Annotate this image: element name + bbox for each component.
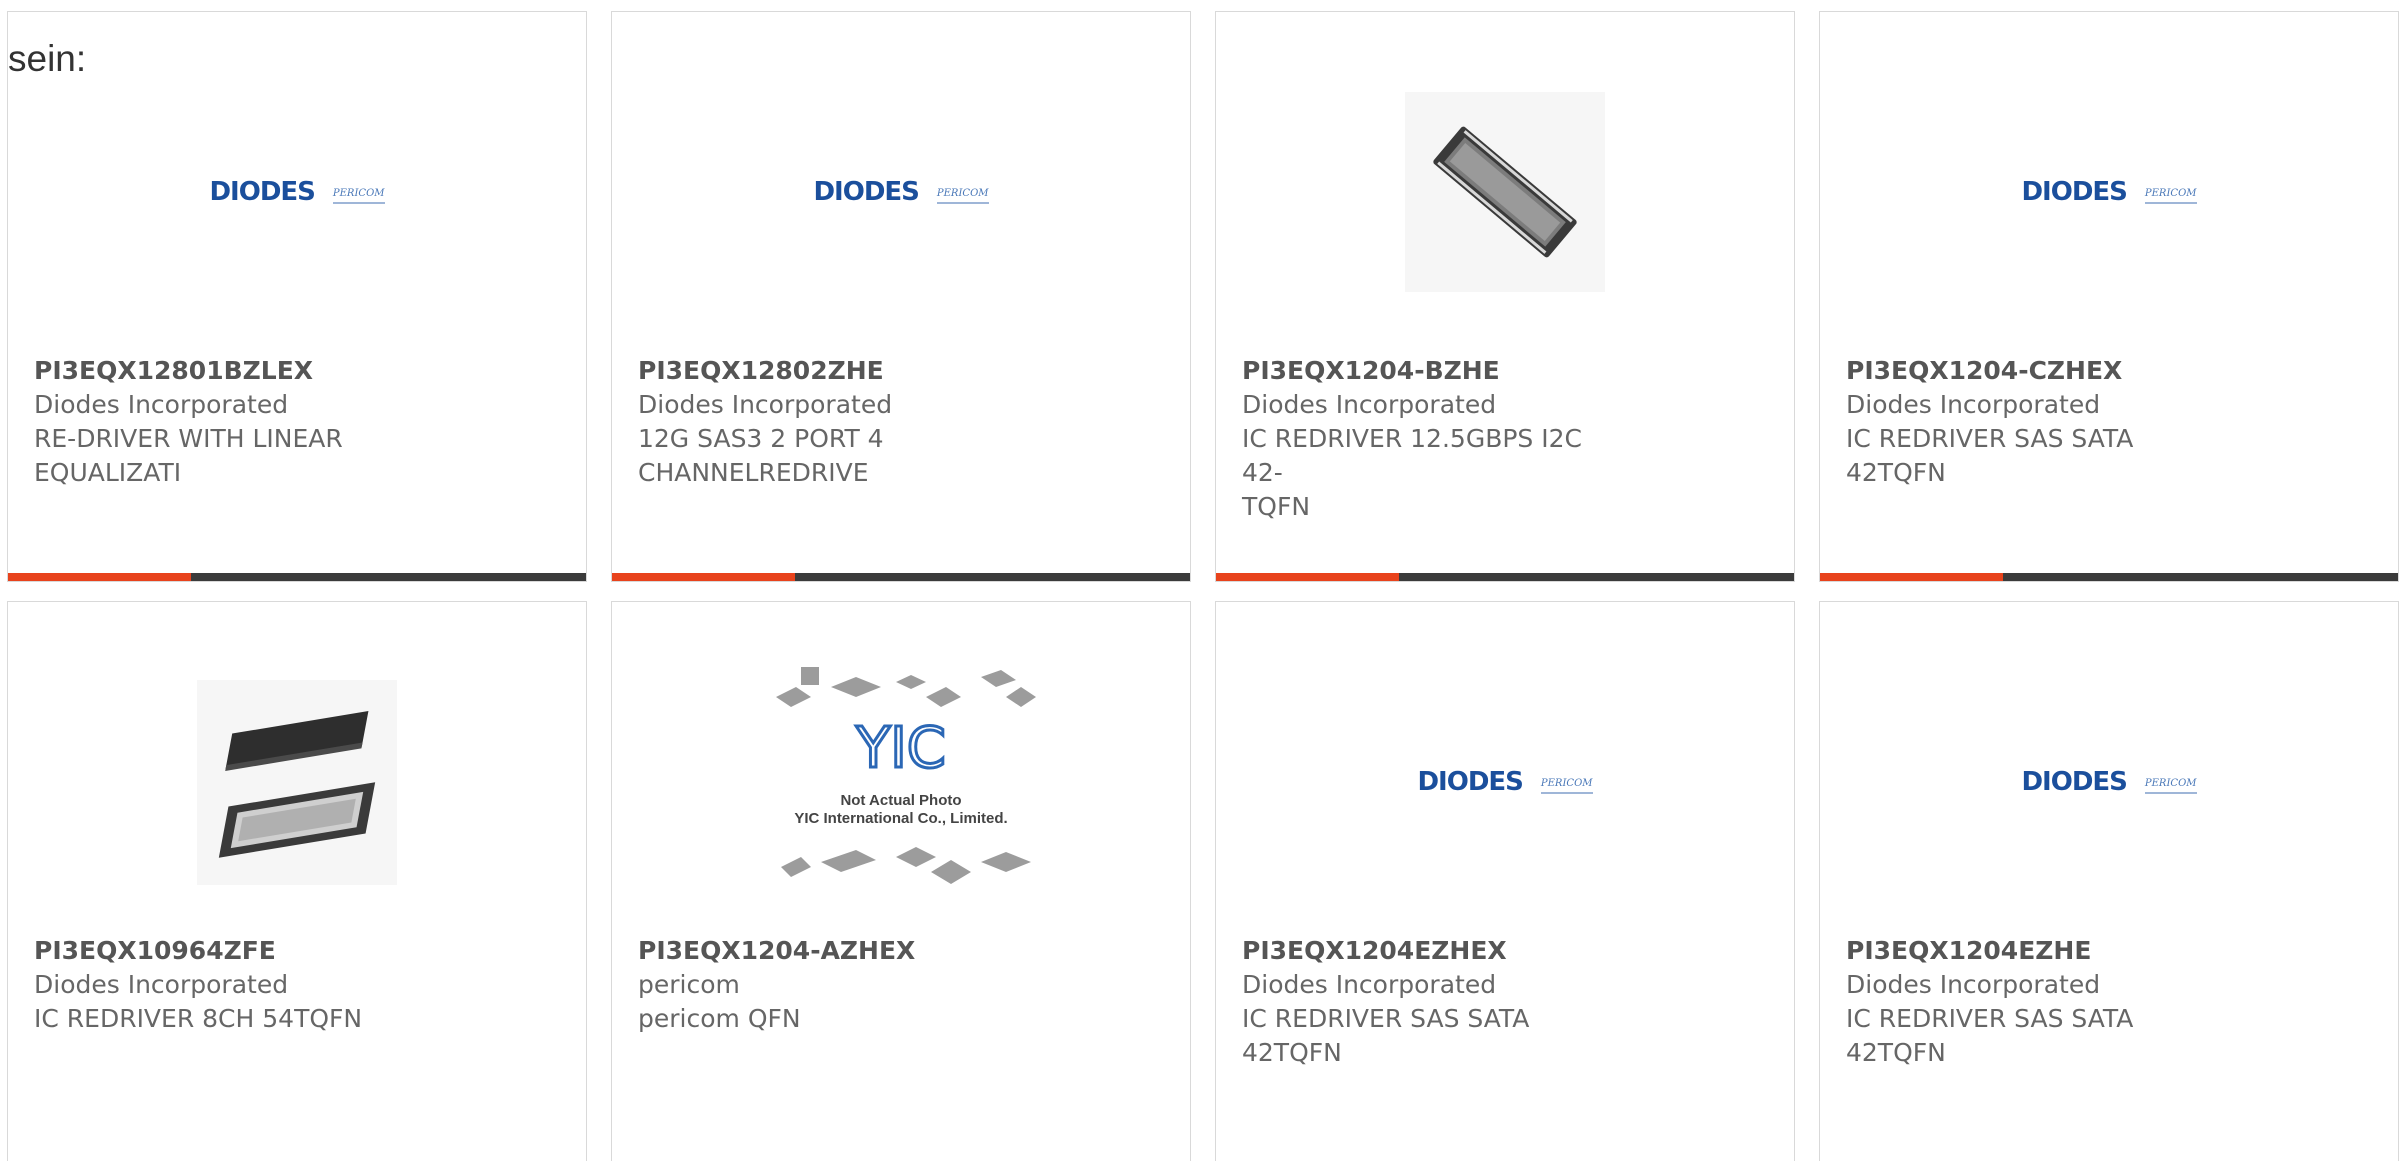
part-number-link[interactable]: PI3EQX1204EZHEX (1242, 934, 1602, 968)
product-info: PI3EQX1204EZHE Diodes Incorporated IC RE… (1846, 934, 2206, 1070)
manufacturer: Diodes Incorporated (1846, 390, 2101, 419)
product-info: PI3EQX10964ZFE Diodes Incorporated IC RE… (34, 934, 394, 1036)
description-line: pericom QFN (638, 1004, 801, 1033)
manufacturer: Diodes Incorporated (1242, 390, 1497, 419)
part-number-link[interactable]: PI3EQX1204-CZHEX (1846, 354, 2206, 388)
manufacturer: Diodes Incorporated (1242, 970, 1497, 999)
card-accent-bar (1820, 573, 2003, 581)
diodes-logo-text: DIODES (209, 177, 315, 207)
product-image[interactable] (1216, 72, 1794, 312)
placeholder-caption-line: Not Actual Photo (840, 792, 962, 809)
product-card[interactable]: PI3EQX10964ZFE Diodes Incorporated IC RE… (7, 601, 587, 1161)
manufacturer: Diodes Incorporated (638, 390, 893, 419)
diodes-logo-text: DIODES (2021, 767, 2127, 797)
product-info: PI3EQX1204EZHEX Diodes Incorporated IC R… (1242, 934, 1602, 1070)
description-line: TQFN (1242, 492, 1311, 521)
description-line: IC REDRIVER SAS SATA 42TQFN (1242, 1004, 1530, 1067)
card-accent-bar (1216, 573, 1399, 581)
card-bottom-bar (612, 573, 1190, 581)
product-info: PI3EQX12801BZLEX Diodes Incorporated RE-… (34, 354, 394, 490)
card-accent-bar (8, 573, 191, 581)
manufacturer: pericom (638, 970, 740, 999)
description-line: IC REDRIVER SAS SATA 42TQFN (1846, 424, 2134, 487)
product-card[interactable]: DIODES PERICOM PI3EQX1204EZHEX Diodes In… (1215, 601, 1795, 1161)
diodes-logo-text: DIODES (813, 177, 919, 207)
product-image[interactable]: DIODES PERICOM (1216, 662, 1794, 902)
page: sein: DIODES PERICOM PI3EQX12801BZLEX Di… (0, 0, 2400, 1161)
description-line: RE-DRIVER WITH LINEAR (34, 424, 343, 453)
part-number-link[interactable]: PI3EQX1204-BZHE (1242, 354, 1602, 388)
description-line: IC REDRIVER SAS SATA 42TQFN (1846, 1004, 2134, 1067)
part-number-link[interactable]: PI3EQX12802ZHE (638, 354, 998, 388)
diodes-pericom-logo: DIODES PERICOM (2021, 177, 2197, 207)
product-image[interactable] (8, 662, 586, 902)
part-number-link[interactable]: PI3EQX1204EZHE (1846, 934, 2206, 968)
chip-packages-illustration: YIC (776, 667, 1036, 884)
pericom-logo-text: PERICOM (332, 188, 385, 204)
product-info: PI3EQX1204-BZHE Diodes Incorporated IC R… (1242, 354, 1602, 524)
product-image[interactable]: DIODES PERICOM (8, 72, 586, 312)
card-bottom-bar (1820, 573, 2398, 581)
product-card[interactable]: YIC Not Actual Photo YIC International C… (611, 601, 1191, 1161)
card-accent-bar (612, 573, 795, 581)
description-line: CHANNELREDRIVE (638, 458, 869, 487)
part-number-link[interactable]: PI3EQX1204-AZHEX (638, 934, 998, 968)
qfn-chip-pair-photo (197, 679, 397, 885)
description-line: IC REDRIVER 12.5GBPS I2C 42- (1242, 424, 1582, 487)
product-card[interactable]: DIODES PERICOM PI3EQX12801BZLEX Diodes I… (7, 11, 587, 582)
tqfn-chip-photo (1405, 92, 1605, 292)
yic-placeholder: YIC Not Actual Photo YIC International C… (766, 662, 1036, 902)
product-card[interactable]: DIODES PERICOM PI3EQX12802ZHE Diodes Inc… (611, 11, 1191, 582)
diodes-pericom-logo: DIODES PERICOM (1417, 767, 1593, 797)
diodes-logo-text: DIODES (1417, 767, 1523, 797)
manufacturer: Diodes Incorporated (1846, 970, 2101, 999)
placeholder-caption-line: YIC International Co., Limited. (794, 810, 1008, 827)
product-info: PI3EQX12802ZHE Diodes Incorporated 12G S… (638, 354, 998, 490)
product-info: PI3EQX1204-AZHEX pericom pericom QFN (638, 934, 998, 1036)
intro-text: sein: (8, 38, 87, 79)
diodes-pericom-logo: DIODES PERICOM (813, 177, 989, 207)
manufacturer: Diodes Incorporated (34, 390, 289, 419)
product-card[interactable]: DIODES PERICOM PI3EQX1204-CZHEX Diodes I… (1819, 11, 2399, 582)
product-image[interactable]: DIODES PERICOM (1820, 662, 2398, 902)
pericom-logo-text: PERICOM (936, 188, 989, 204)
product-card[interactable]: DIODES PERICOM PI3EQX1204EZHE Diodes Inc… (1819, 601, 2399, 1161)
product-image[interactable]: DIODES PERICOM (1820, 72, 2398, 312)
description-line: IC REDRIVER 8CH 54TQFN (34, 1004, 363, 1033)
manufacturer: Diodes Incorporated (34, 970, 289, 999)
part-number-link[interactable]: PI3EQX12801BZLEX (34, 354, 394, 388)
pericom-logo-text: PERICOM (1540, 778, 1593, 794)
card-bottom-bar (8, 573, 586, 581)
diodes-logo-text: DIODES (2021, 177, 2127, 207)
pericom-logo-text: PERICOM (2144, 778, 2197, 794)
description-line: EQUALIZATI (34, 458, 182, 487)
pericom-logo-text: PERICOM (2144, 188, 2197, 204)
product-card[interactable]: PI3EQX1204-BZHE Diodes Incorporated IC R… (1215, 11, 1795, 582)
product-image[interactable]: DIODES PERICOM (612, 72, 1190, 312)
description-line: 12G SAS3 2 PORT 4 (638, 424, 884, 453)
diodes-pericom-logo: DIODES PERICOM (2021, 767, 2197, 797)
product-info: PI3EQX1204-CZHEX Diodes Incorporated IC … (1846, 354, 2206, 490)
card-bottom-bar (1216, 573, 1794, 581)
product-image[interactable]: YIC Not Actual Photo YIC International C… (612, 662, 1190, 902)
part-number-link[interactable]: PI3EQX10964ZFE (34, 934, 394, 968)
diodes-pericom-logo: DIODES PERICOM (209, 177, 385, 207)
product-grid: DIODES PERICOM PI3EQX12801BZLEX Diodes I… (0, 0, 2400, 1161)
svg-text:YIC: YIC (855, 716, 946, 781)
